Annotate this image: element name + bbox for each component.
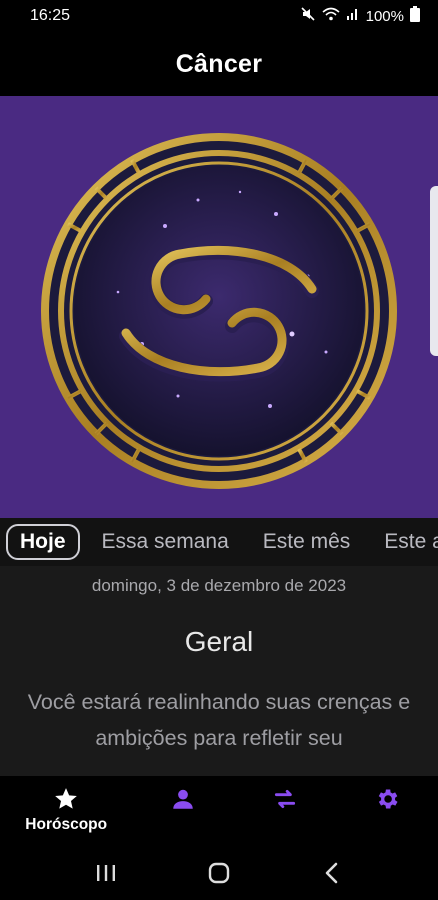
tab-this-year[interactable]: Este a: [372, 524, 438, 560]
page-title: Câncer: [175, 49, 263, 78]
swap-icon: [271, 786, 299, 812]
nav-horoscope-label: Horóscopo: [25, 816, 108, 833]
cancer-zodiac-medallion: [41, 133, 397, 489]
status-icons: 100%: [300, 6, 420, 26]
battery-icon: [410, 6, 420, 26]
mute-icon: [300, 6, 316, 26]
recents-icon[interactable]: [86, 853, 126, 893]
back-icon[interactable]: [312, 853, 352, 893]
status-bar: 16:25 100%: [0, 0, 438, 32]
section-title: Geral: [184, 626, 254, 657]
horoscope-date: domingo, 3 de dezembro de 2023: [91, 576, 347, 595]
wifi-icon: [322, 6, 340, 26]
star-icon: [53, 786, 79, 812]
nav-horoscope[interactable]: Horóscopo: [0, 776, 132, 834]
person-icon: [170, 786, 196, 812]
signal-icon: [346, 7, 360, 25]
tab-this-week[interactable]: Essa semana: [90, 524, 241, 560]
bottom-navigation: Horóscopo: [0, 776, 438, 846]
period-tabs: Hoje Essa semana Este mês Este a: [0, 518, 438, 566]
home-icon[interactable]: [199, 853, 239, 893]
nav-profile[interactable]: [132, 776, 234, 812]
scroll-handle[interactable]: [430, 186, 438, 356]
nav-compatibility[interactable]: [234, 776, 336, 812]
settings-icon: [374, 786, 400, 812]
status-time: 16:25: [30, 7, 71, 24]
horoscope-text: Você estará realinhando suas crenças e a…: [27, 690, 411, 750]
horoscope-content: domingo, 3 de dezembro de 2023 Geral Voc…: [0, 566, 438, 776]
nav-settings[interactable]: [336, 776, 438, 812]
app-bar: Câncer: [0, 32, 438, 96]
tab-today[interactable]: Hoje: [6, 524, 80, 560]
system-navigation: [0, 846, 438, 900]
battery-percent: 100%: [365, 7, 404, 25]
zodiac-hero-image: [0, 96, 438, 518]
tab-this-month[interactable]: Este mês: [251, 524, 363, 560]
